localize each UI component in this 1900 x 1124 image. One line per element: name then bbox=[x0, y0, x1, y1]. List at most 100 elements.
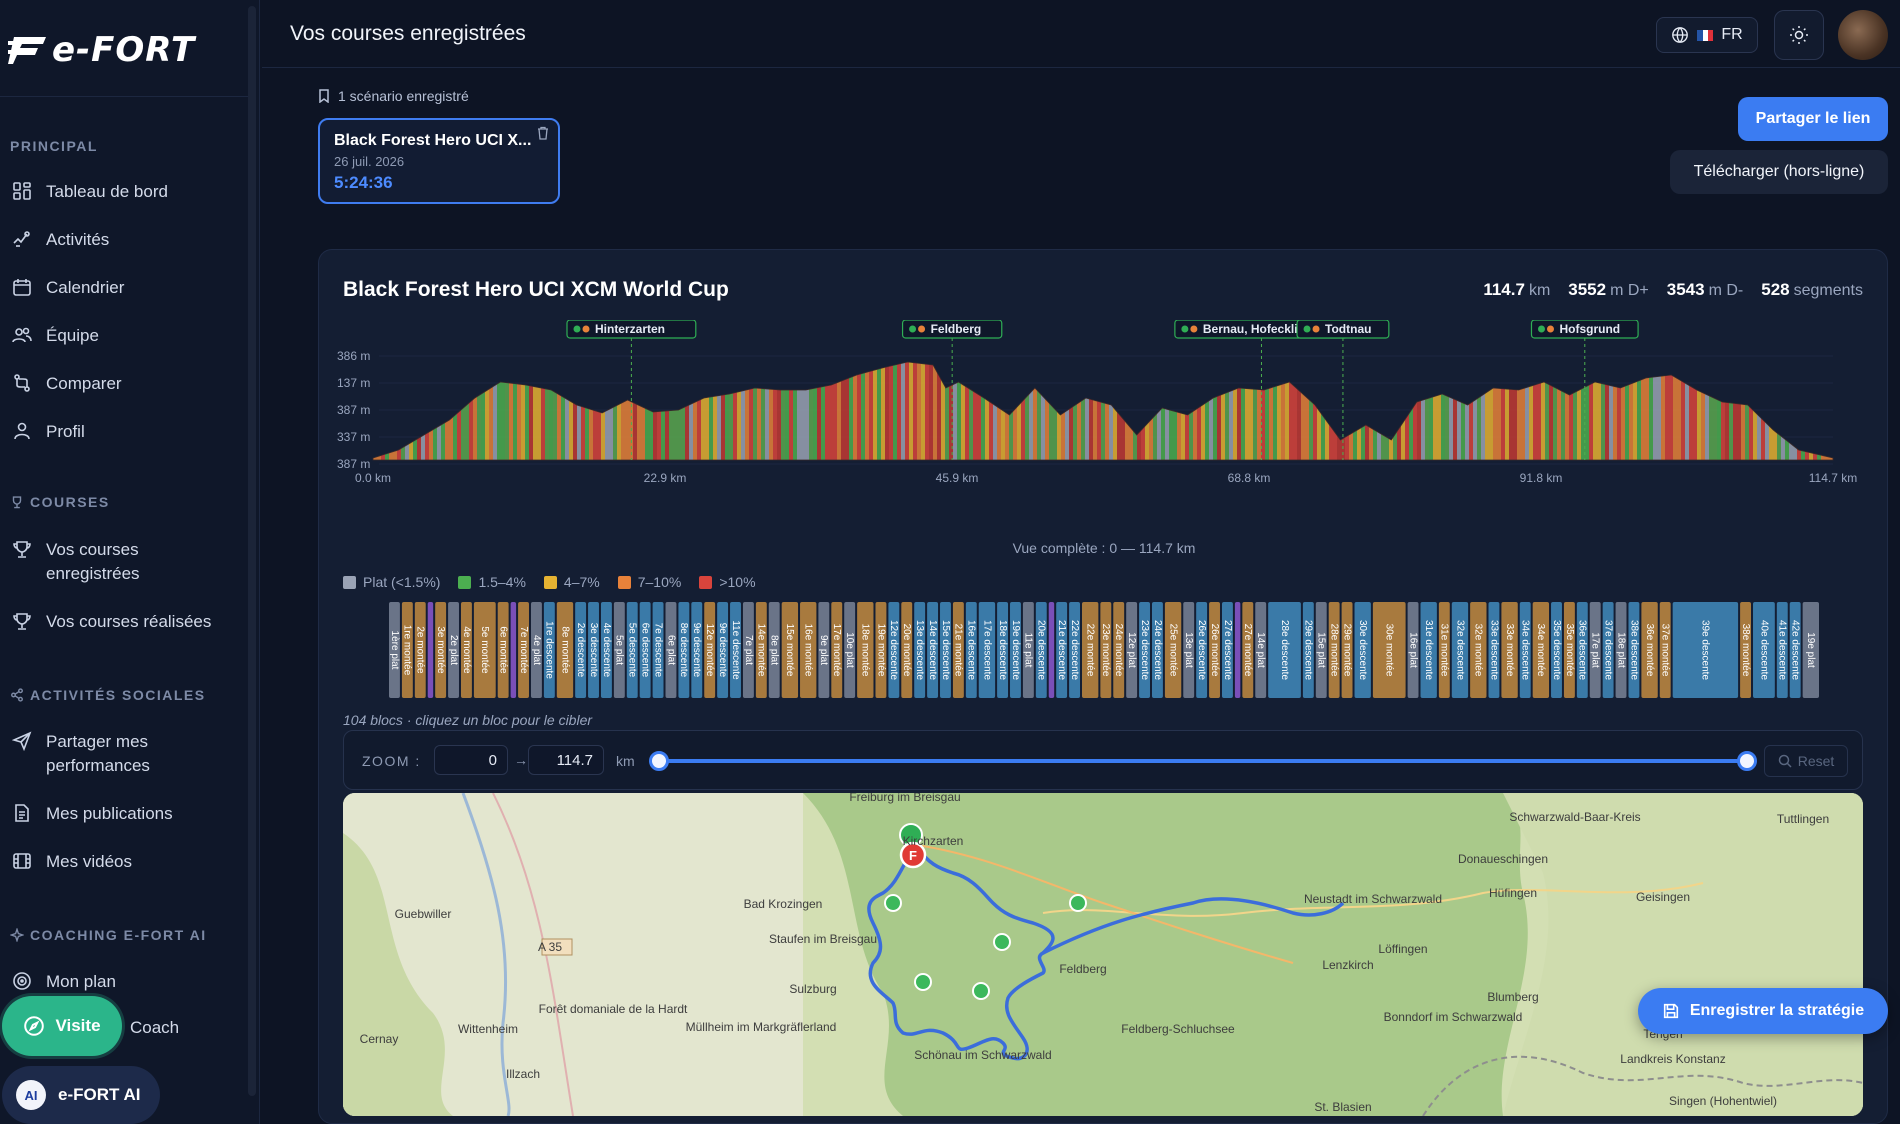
segment-block[interactable]: 30e descente bbox=[1354, 602, 1371, 698]
segment-block[interactable]: 17e plat bbox=[1590, 602, 1601, 698]
segment-block[interactable] bbox=[427, 602, 434, 698]
segment-block[interactable]: 27e montée bbox=[1242, 602, 1254, 698]
segment-block[interactable]: 3e montée bbox=[435, 602, 447, 698]
segment-block[interactable]: 18e descente bbox=[997, 602, 1009, 698]
segment-block[interactable]: 8e descente bbox=[678, 602, 690, 698]
segment-block[interactable]: 3e descente bbox=[588, 602, 599, 698]
visite-button[interactable]: Visite bbox=[2, 996, 122, 1056]
route-map[interactable]: F Freiburg im Breisgau Kirchzarten Bad Kro… bbox=[343, 793, 1863, 1116]
segment-block[interactable]: 39e descente bbox=[1672, 602, 1739, 698]
elevation-profile-chart[interactable]: 386 m137 m387 m337 m387 m0.0 km 22.9 km 45… bbox=[319, 320, 1889, 540]
zoom-slider-track[interactable] bbox=[659, 759, 1747, 763]
segment-block[interactable]: 22e descente bbox=[1069, 602, 1081, 698]
sidebar-scrollbar[interactable] bbox=[248, 6, 256, 1096]
segment-block[interactable]: 29e montée bbox=[1341, 602, 1353, 698]
segment-block[interactable]: 31e descente bbox=[1420, 602, 1437, 698]
segment-block[interactable]: 13e plat bbox=[1183, 602, 1195, 698]
zoom-from-input[interactable] bbox=[434, 745, 508, 775]
logo[interactable]: e-FORT bbox=[8, 28, 195, 72]
checkpoint-tag[interactable]: Hofsgrund bbox=[1530, 320, 1639, 339]
segment-block[interactable]: 33e montée bbox=[1501, 602, 1518, 698]
download-offline-button[interactable]: Télécharger (hors-ligne) bbox=[1670, 150, 1888, 194]
segment-block[interactable]: 34e descente bbox=[1520, 602, 1531, 698]
segment-block[interactable] bbox=[1234, 602, 1241, 698]
sidebar-item-mon-plan[interactable]: Mon plan bbox=[12, 970, 242, 994]
segment-block[interactable]: 6e montée bbox=[498, 602, 509, 698]
segment-block[interactable]: 35e descente bbox=[1551, 602, 1562, 698]
segment-block[interactable]: 12e plat bbox=[1126, 602, 1138, 698]
segment-block[interactable]: 4e montée bbox=[461, 602, 472, 698]
segment-block[interactable]: 19e descente bbox=[1010, 602, 1021, 698]
segment-block[interactable]: 24e descente bbox=[1152, 602, 1163, 698]
efort-ai-button[interactable]: AI e-FORT AI bbox=[2, 1066, 160, 1124]
segment-block[interactable]: 12e montée bbox=[704, 602, 716, 698]
segment-block[interactable]: 6e plat bbox=[665, 602, 677, 698]
segment-block[interactable]: 36e descente bbox=[1577, 602, 1588, 698]
segment-block[interactable]: 37e montée bbox=[1660, 602, 1671, 698]
segment-block[interactable]: 41e descente bbox=[1777, 602, 1788, 698]
segment-block[interactable]: 27e descente bbox=[1222, 602, 1233, 698]
segment-block[interactable]: 1re descente bbox=[544, 602, 555, 698]
segment-block[interactable]: 2e montée bbox=[415, 602, 426, 698]
trash-icon[interactable] bbox=[536, 126, 550, 140]
zoom-slider-start-handle[interactable] bbox=[649, 751, 669, 771]
segment-block[interactable]: 42e descente bbox=[1790, 602, 1801, 698]
segment-block[interactable]: 19e plat bbox=[1802, 602, 1819, 698]
sidebar-item-videos[interactable]: Mes vidéos bbox=[12, 850, 242, 874]
segment-block[interactable]: 9e descente bbox=[717, 602, 729, 698]
segment-block[interactable]: 28e montée bbox=[1329, 602, 1340, 698]
segment-block[interactable]: 14e descente bbox=[927, 602, 939, 698]
sidebar-item-comparer[interactable]: Comparer bbox=[12, 372, 242, 396]
segment-block[interactable]: 1re montée bbox=[402, 602, 413, 698]
segment-block[interactable]: 20e descente bbox=[1036, 602, 1047, 698]
segment-block[interactable]: 15e montée bbox=[781, 602, 799, 698]
segment-block[interactable]: 8e plat bbox=[769, 602, 780, 698]
segment-block[interactable]: 17e descente bbox=[978, 602, 996, 698]
segment-block[interactable]: 10e plat bbox=[844, 602, 856, 698]
segment-block[interactable]: 22e montée bbox=[1082, 602, 1099, 698]
segment-block[interactable]: 21e descente bbox=[1056, 602, 1068, 698]
segment-block[interactable]: 33e descente bbox=[1488, 602, 1500, 698]
segment-block[interactable]: 35e montée bbox=[1564, 602, 1575, 698]
segment-block[interactable]: 7e montée bbox=[518, 602, 529, 698]
segment-block[interactable]: 21e montée bbox=[953, 602, 964, 698]
theme-toggle[interactable] bbox=[1774, 10, 1824, 60]
map-checkpoint-marker[interactable] bbox=[914, 973, 932, 991]
segment-block[interactable]: 19e montée bbox=[875, 602, 887, 698]
segment-block[interactable]: 6e descente bbox=[640, 602, 651, 698]
segment-block[interactable]: 5e plat bbox=[614, 602, 625, 698]
segment-block[interactable]: 34e montée bbox=[1532, 602, 1550, 698]
segment-block[interactable]: 23e montée bbox=[1100, 602, 1112, 698]
save-strategy-button[interactable]: Enregistrer la stratégie bbox=[1638, 988, 1888, 1034]
segment-block[interactable]: 4e descente bbox=[601, 602, 612, 698]
segment-block[interactable]: 16e descente bbox=[966, 602, 977, 698]
segment-block[interactable]: 31e montée bbox=[1439, 602, 1450, 698]
sidebar-item-dashboard[interactable]: Tableau de bord bbox=[12, 180, 242, 204]
map-checkpoint-marker[interactable] bbox=[884, 894, 902, 912]
segment-block[interactable]: 26e descente bbox=[1196, 602, 1208, 698]
segment-block[interactable]: 7e plat bbox=[743, 602, 754, 698]
zoom-to-input[interactable] bbox=[528, 745, 604, 775]
segment-block[interactable]: 24e montée bbox=[1113, 602, 1125, 698]
zoom-slider-end-handle[interactable] bbox=[1737, 751, 1757, 771]
segment-block[interactable]: 40e descente bbox=[1753, 602, 1775, 698]
user-avatar[interactable] bbox=[1838, 10, 1888, 60]
segment-block[interactable]: 15e plat bbox=[1316, 602, 1327, 698]
sidebar-item-activites[interactable]: Activités bbox=[12, 228, 242, 252]
segment-block[interactable]: 30e montée bbox=[1372, 602, 1406, 698]
segment-block[interactable]: 18e plat bbox=[1615, 602, 1627, 698]
sidebar-item-coach[interactable]: Coach bbox=[130, 1018, 179, 1038]
checkpoint-tag[interactable]: Todtnau bbox=[1296, 320, 1390, 339]
segment-block[interactable]: 18e montée bbox=[857, 602, 874, 698]
checkpoint-tag[interactable]: Feldberg bbox=[901, 320, 1003, 339]
segment-block[interactable]: 8e montée bbox=[556, 602, 574, 698]
sidebar-item-equipe[interactable]: Équipe bbox=[12, 324, 242, 348]
segment-block[interactable]: 4e plat bbox=[531, 602, 542, 698]
segment-block[interactable]: 2e plat bbox=[448, 602, 459, 698]
segment-block[interactable]: 16e plat bbox=[1407, 602, 1419, 698]
segment-block[interactable]: 38e montée bbox=[1740, 602, 1752, 698]
segment-block[interactable]: 9e plat bbox=[818, 602, 830, 698]
sidebar-item-courses-enregistrees[interactable]: Vos courses enregistrées bbox=[12, 538, 242, 586]
segment-block[interactable]: 28e descente bbox=[1268, 602, 1301, 698]
segment-block[interactable]: 37e descente bbox=[1602, 602, 1614, 698]
